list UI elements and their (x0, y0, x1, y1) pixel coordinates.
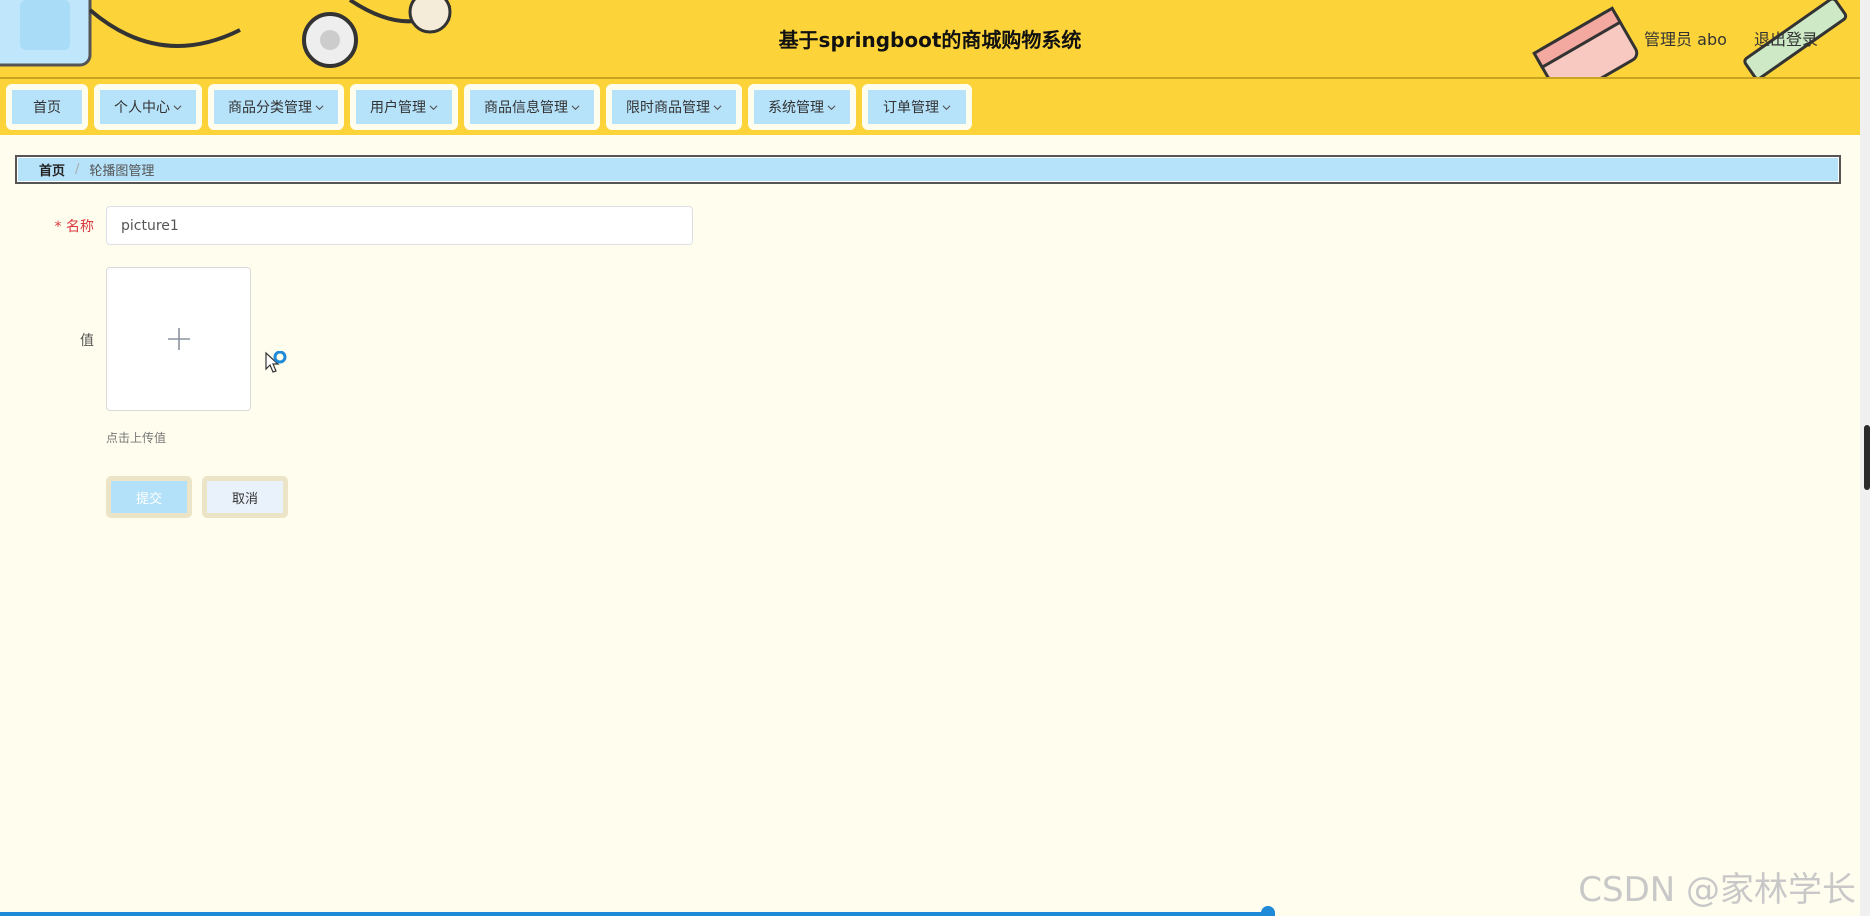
nav-item-inner: 限时商品管理 (612, 90, 736, 124)
name-field-label: * 名称 (34, 216, 94, 236)
user-area: 管理员 abo 退出登录 (1644, 26, 1818, 50)
chevron-down-icon (942, 104, 951, 110)
progress-handle[interactable] (1261, 906, 1275, 916)
image-upload-box[interactable] (106, 267, 251, 411)
nav-item-inner: 用户管理 (356, 90, 452, 124)
upload-tip: 点击上传值 (106, 431, 167, 445)
nav-item-home[interactable]: 首页 (6, 84, 88, 130)
nav-item-inner: 商品信息管理 (470, 90, 594, 124)
value-field-label: 值 (34, 330, 94, 350)
site-title: 基于springboot的商城购物系统 (778, 28, 1082, 52)
nav-item-system-management[interactable]: 系统管理 (748, 84, 856, 130)
cancel-button[interactable]: 取消 (207, 481, 283, 513)
nav-item-inner: 订单管理 (868, 90, 966, 124)
current-user-label: 管理员 abo (1644, 30, 1727, 49)
nav-item-inner: 系统管理 (754, 90, 850, 124)
plus-icon (168, 328, 190, 350)
chevron-down-icon (571, 104, 580, 110)
breadcrumb-separator: / (75, 162, 80, 177)
progress-bar (0, 912, 1268, 916)
nav-item-label: 限时商品管理 (626, 100, 710, 116)
nav-item-label: 首页 (33, 100, 61, 116)
breadcrumb-current: 轮播图管理 (89, 164, 155, 179)
submit-button-wrapper: 提交 (106, 476, 192, 518)
nav-item-label: 订单管理 (883, 100, 939, 116)
required-mark: * (54, 219, 62, 235)
name-label-text: 名称 (66, 219, 94, 235)
nav-item-inner: 首页 (12, 90, 82, 124)
nav-item-flash-sale-management[interactable]: 限时商品管理 (606, 84, 742, 130)
chevron-down-icon (827, 104, 836, 110)
nav-item-inner: 商品分类管理 (214, 90, 338, 124)
chevron-down-icon (429, 104, 438, 110)
top-nav: 首页 个人中心 商品分类管理 用户管理 商品信息管理 限时商品管理 系统管理 订… (0, 79, 1860, 135)
value-label-text: 值 (80, 333, 94, 349)
nav-item-product-info-management[interactable]: 商品信息管理 (464, 84, 600, 130)
nav-item-inner: 个人中心 (100, 90, 196, 124)
header: 基于springboot的商城购物系统 管理员 abo 退出登录 (0, 0, 1860, 79)
nav-item-label: 用户管理 (370, 100, 426, 116)
nav-item-label: 个人中心 (114, 100, 170, 116)
chevron-down-icon (713, 104, 722, 110)
nav-item-user-management[interactable]: 用户管理 (350, 84, 458, 130)
breadcrumb-home[interactable]: 首页 (39, 160, 65, 179)
nav-item-category-management[interactable]: 商品分类管理 (208, 84, 344, 130)
logout-link[interactable]: 退出登录 (1754, 30, 1818, 49)
submit-button[interactable]: 提交 (111, 481, 187, 513)
mouse-pointer-icon (265, 351, 287, 373)
nav-item-label: 商品分类管理 (228, 100, 312, 116)
watermark: CSDN @家林学长 (1578, 870, 1856, 910)
nav-item-order-management[interactable]: 订单管理 (862, 84, 972, 130)
nav-item-label: 系统管理 (768, 100, 824, 116)
chevron-down-icon (315, 104, 324, 110)
nav-item-label: 商品信息管理 (484, 100, 568, 116)
chevron-down-icon (173, 104, 182, 110)
vertical-scrollbar-thumb[interactable] (1864, 425, 1870, 490)
name-input[interactable] (106, 206, 693, 245)
nav-item-personal-center[interactable]: 个人中心 (94, 84, 202, 130)
cancel-button-wrapper: 取消 (202, 476, 288, 518)
breadcrumb: 首页 / 轮播图管理 (15, 155, 1841, 184)
